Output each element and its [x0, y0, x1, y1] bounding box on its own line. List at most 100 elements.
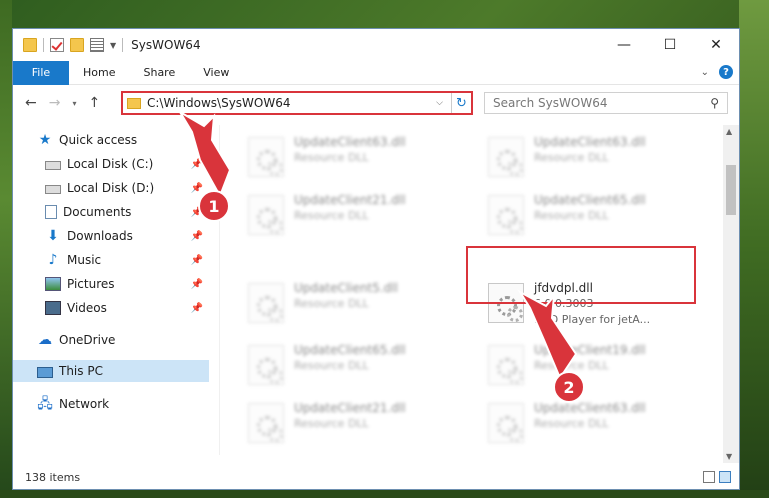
list-item[interactable]: UpdateClient65.dll Resource DLL	[234, 337, 464, 393]
step-marker-2: 2	[553, 371, 585, 403]
pin-icon[interactable]: 📌	[191, 231, 203, 242]
properties-check-icon[interactable]	[50, 38, 64, 52]
sidebar-item-label: OneDrive	[59, 333, 116, 347]
tab-file[interactable]: File	[13, 60, 69, 85]
sidebar-item-label: Local Disk (C:)	[67, 157, 154, 171]
file-name: UpdateClient63.dll	[294, 135, 406, 149]
dll-file-icon	[488, 195, 524, 235]
vertical-scrollbar[interactable]: ▲ ▼	[723, 125, 739, 463]
ribbon-tabs: File Home Share View ⌄ ?	[13, 60, 739, 85]
download-icon: ⬇	[47, 228, 59, 244]
dll-file-icon	[248, 403, 284, 443]
pin-icon[interactable]: 📌	[191, 279, 203, 290]
recent-locations-icon[interactable]: ▾	[72, 99, 76, 108]
tab-home[interactable]: Home	[69, 61, 129, 85]
search-input[interactable]: Search SysWOW64	[493, 96, 710, 110]
scroll-down-icon[interactable]: ▼	[726, 452, 732, 461]
sidebar-item-local-disk-d[interactable]: Local Disk (D:) 📌	[13, 177, 209, 199]
file-type: Resource DLL	[294, 417, 369, 430]
dll-file-icon	[488, 403, 524, 443]
file-type: Resource DLL	[534, 417, 609, 430]
view-switcher	[703, 471, 731, 483]
sidebar-item-downloads[interactable]: ⬇ Downloads 📌	[13, 225, 209, 247]
list-item[interactable]: UpdateClient63.dll Resource DLL	[474, 129, 704, 185]
pin-icon[interactable]: 📌	[191, 183, 203, 194]
toolbar-separator	[43, 38, 44, 52]
back-arrow-icon[interactable]: ←	[25, 95, 37, 111]
forward-arrow-icon[interactable]: →	[49, 95, 61, 111]
dll-file-icon	[248, 137, 284, 177]
file-name: UpdateClient21.dll	[294, 193, 406, 207]
dll-file-icon	[488, 345, 524, 385]
scroll-up-icon[interactable]: ▲	[726, 127, 732, 136]
list-item[interactable]: UpdateClient63.dll Resource DLL	[234, 129, 464, 185]
file-name: UpdateClient63.dll	[534, 135, 646, 149]
file-description: DVD Player for jetA...	[534, 313, 651, 326]
up-arrow-icon[interactable]: ↑	[88, 95, 100, 111]
documents-icon	[45, 205, 57, 219]
file-name: UpdateClient65.dll	[294, 343, 406, 357]
file-type: Resource DLL	[294, 209, 369, 222]
sidebar-item-music[interactable]: ♪ Music 📌	[13, 249, 209, 271]
search-box[interactable]: Search SysWOW64 ⚲	[484, 92, 728, 114]
list-item[interactable]: UpdateClient63.dll Resource DLL	[474, 395, 704, 451]
minimize-button[interactable]: —	[601, 29, 647, 61]
desktop-background-bottom	[0, 490, 769, 498]
sidebar-item-videos[interactable]: Videos 📌	[13, 297, 209, 319]
tab-view[interactable]: View	[189, 61, 243, 85]
network-icon: 🖧	[37, 396, 53, 412]
music-icon: ♪	[48, 252, 58, 268]
tiles-view-icon[interactable]	[719, 471, 731, 483]
sidebar-item-label: This PC	[59, 364, 103, 378]
status-bar: 138 items	[13, 465, 739, 489]
pin-icon[interactable]: 📌	[191, 303, 203, 314]
new-folder-icon[interactable]	[70, 38, 84, 52]
step-marker-1: 1	[198, 190, 230, 222]
file-type: Resource DLL	[294, 151, 369, 164]
sidebar-item-this-pc[interactable]: This PC	[13, 360, 209, 382]
drive-icon	[45, 161, 61, 170]
address-path[interactable]: C:\Windows\SysWOW64	[147, 96, 436, 110]
help-icon[interactable]: ?	[719, 65, 733, 79]
file-type: Resource DLL	[294, 297, 369, 310]
folder-icon	[23, 38, 37, 52]
sidebar-item-label: Documents	[63, 205, 132, 219]
chevron-down-icon[interactable]: ⌵	[436, 98, 443, 108]
quick-access-toolbar: ▼	[23, 38, 124, 52]
onedrive-icon: ☁	[38, 332, 52, 348]
computer-icon	[37, 366, 53, 378]
sidebar-item-onedrive[interactable]: ☁ OneDrive	[13, 329, 209, 351]
desktop-background-left	[0, 0, 12, 498]
close-button[interactable]: ✕	[693, 29, 739, 61]
sidebar-item-network[interactable]: 🖧 Network	[13, 393, 209, 415]
dll-file-icon	[488, 137, 524, 177]
chevron-down-icon[interactable]: ▼	[110, 41, 116, 50]
file-name: UpdateClient65.dll	[534, 193, 646, 207]
sidebar-item-documents[interactable]: Documents 📌	[13, 201, 209, 223]
pin-icon[interactable]: 📌	[191, 159, 203, 170]
window-title: SysWOW64	[131, 38, 201, 52]
window-controls: — ☐ ✕	[601, 29, 739, 61]
search-icon[interactable]: ⚲	[710, 96, 719, 110]
sidebar-item-label: Downloads	[67, 229, 133, 243]
sidebar-item-label: Music	[67, 253, 102, 267]
scroll-thumb[interactable]	[726, 165, 736, 215]
list-item[interactable]: UpdateClient21.dll Resource DLL	[234, 187, 464, 243]
address-bar[interactable]: C:\Windows\SysWOW64 ⌵ ↻	[121, 91, 473, 115]
list-item[interactable]: UpdateClient21.dll Resource DLL	[234, 395, 464, 451]
list-item[interactable]: UpdateClient65.dll Resource DLL	[474, 187, 704, 243]
sidebar-item-pictures[interactable]: Pictures 📌	[13, 273, 209, 295]
details-view-icon[interactable]	[703, 471, 715, 483]
customize-toolbar-icon[interactable]	[90, 38, 104, 52]
list-item[interactable]: UpdateClient19.dll Resource DLL	[474, 337, 704, 393]
drive-icon	[45, 185, 61, 194]
maximize-button[interactable]: ☐	[647, 29, 693, 61]
sidebar-item-local-disk-c[interactable]: Local Disk (C:) 📌	[13, 153, 209, 175]
list-item[interactable]: UpdateClient5.dll Resource DLL	[234, 275, 464, 331]
title-bar: ▼ SysWOW64 — ☐ ✕	[13, 29, 739, 61]
sidebar-item-quick-access[interactable]: ★ Quick access	[13, 129, 209, 151]
pin-icon[interactable]: 📌	[191, 255, 203, 266]
refresh-icon[interactable]: ↻	[451, 93, 471, 113]
chevron-down-icon[interactable]: ⌄	[701, 67, 709, 78]
tab-share[interactable]: Share	[129, 61, 189, 85]
